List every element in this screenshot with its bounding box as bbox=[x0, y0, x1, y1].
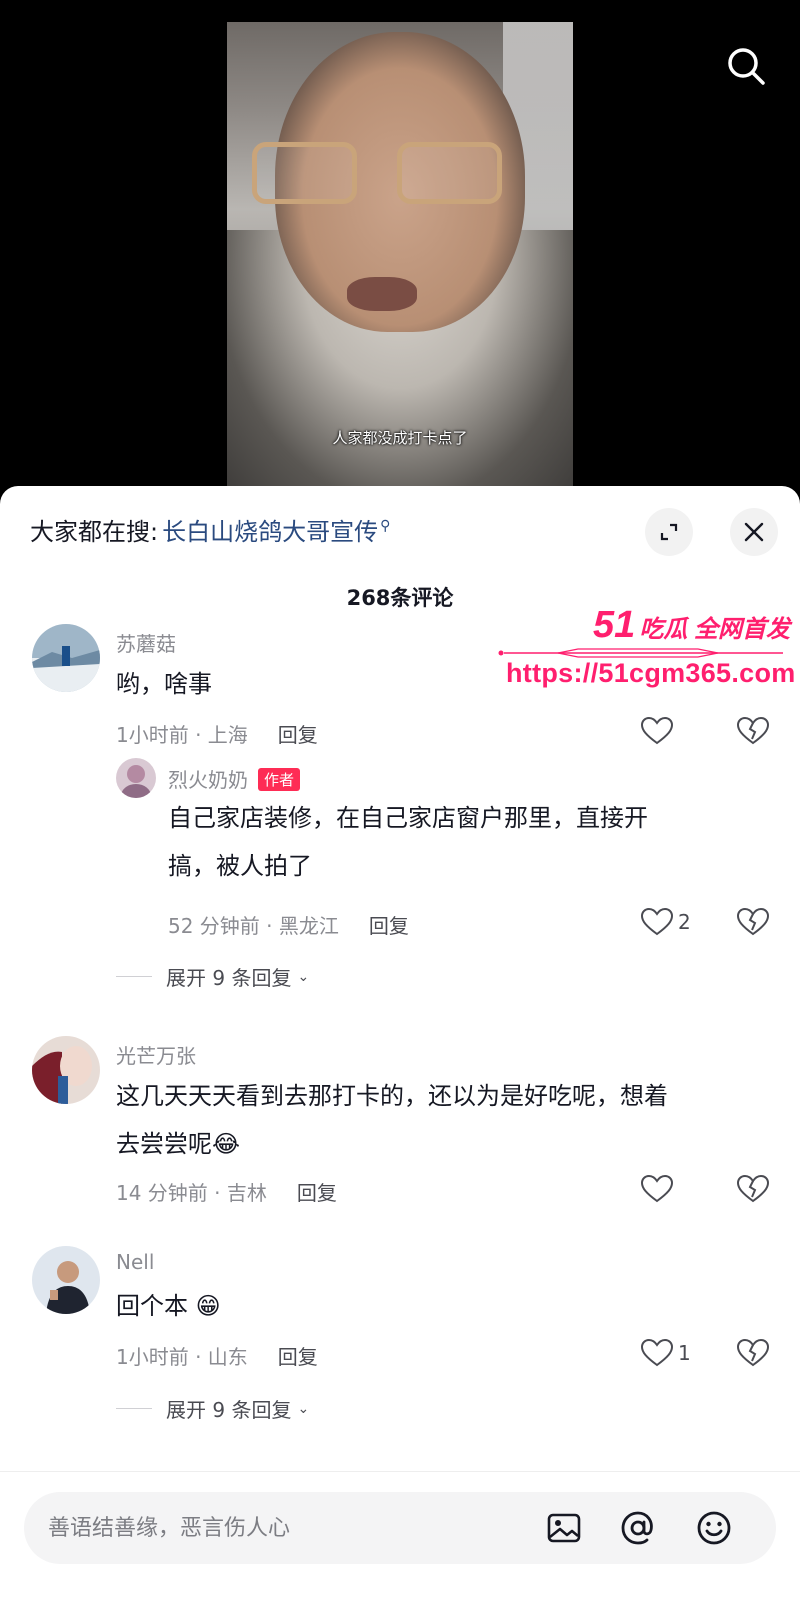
watermark-number: 51 bbox=[593, 604, 636, 646]
heart-icon bbox=[640, 716, 674, 745]
watermark-divider bbox=[498, 648, 783, 658]
expand-button[interactable] bbox=[645, 508, 693, 556]
emoji-button[interactable] bbox=[692, 1506, 736, 1550]
avatar[interactable] bbox=[32, 1246, 100, 1314]
at-icon bbox=[621, 1511, 653, 1545]
video-frame[interactable]: 人家都没成打卡点了 bbox=[227, 22, 573, 490]
search-icon bbox=[728, 48, 765, 85]
reply-button[interactable]: 回复 bbox=[369, 910, 409, 939]
comment-time-location: 1小时前 · 上海 bbox=[116, 723, 248, 747]
comment-meta: 1小时前 · 山东 回复 bbox=[116, 1341, 318, 1370]
chevron-down-icon: ⌄ bbox=[297, 968, 310, 985]
avatar[interactable] bbox=[32, 1036, 100, 1104]
comment-panel: 大家都在搜: 长白山烧鸽大哥宣传 ⚲ 268条评论 51 吃瓜 全网首发 htt… bbox=[0, 486, 800, 1602]
video-area[interactable]: 人家都没成打卡点了 bbox=[0, 0, 800, 490]
broken-heart-icon bbox=[736, 907, 770, 936]
reply-button[interactable]: 回复 bbox=[278, 1341, 318, 1370]
comment-username[interactable]: 苏蘑菇 bbox=[116, 628, 176, 657]
comment-meta: 14 分钟前 · 吉林 回复 bbox=[116, 1177, 337, 1206]
dislike-button[interactable] bbox=[736, 1338, 770, 1372]
like-button[interactable]: 2 bbox=[640, 907, 691, 937]
author-badge: 作者 bbox=[258, 768, 301, 791]
comment-input-bar bbox=[0, 1471, 800, 1602]
like-button[interactable]: 1 bbox=[640, 1338, 691, 1368]
reply-avatar[interactable] bbox=[116, 758, 156, 798]
video-subtitle: 人家都没成打卡点了 bbox=[332, 429, 468, 447]
laughing-emoji-icon: 😂 bbox=[212, 1130, 241, 1158]
comment-username[interactable]: Nell bbox=[116, 1250, 154, 1274]
dislike-button[interactable] bbox=[736, 907, 770, 941]
like-button[interactable] bbox=[640, 716, 678, 746]
comment-input[interactable] bbox=[48, 1492, 528, 1564]
hot-search-prefix: 大家都在搜: bbox=[30, 518, 159, 546]
like-count: 2 bbox=[678, 910, 691, 934]
video-person-glasses bbox=[252, 142, 502, 212]
reply-username[interactable]: 烈火奶奶 bbox=[168, 768, 248, 792]
comment-username[interactable]: 光芒万张 bbox=[116, 1040, 196, 1069]
comment-input-box[interactable] bbox=[24, 1492, 776, 1564]
dislike-button[interactable] bbox=[736, 1174, 770, 1208]
mention-button[interactable] bbox=[616, 1506, 660, 1550]
search-button[interactable] bbox=[722, 42, 770, 90]
small-search-icon: ⚲ bbox=[380, 518, 391, 534]
video-person-mouth bbox=[347, 277, 417, 311]
comment-time-location: 1小时前 · 山东 bbox=[116, 1345, 248, 1369]
comment-meta: 1小时前 · 上海 回复 bbox=[116, 719, 318, 748]
image-button[interactable] bbox=[542, 1506, 586, 1550]
reply-username-row: 烈火奶奶 作者 bbox=[168, 764, 301, 793]
expand-icon bbox=[660, 523, 678, 541]
reply-button[interactable]: 回复 bbox=[278, 719, 318, 748]
comment-text: 哟，啥事 bbox=[116, 670, 212, 698]
broken-heart-icon bbox=[736, 716, 770, 745]
image-icon bbox=[547, 1513, 581, 1543]
grinning-emoji-icon: 😁 bbox=[195, 1292, 221, 1320]
reply-meta: 52 分钟前 · 黑龙江 回复 bbox=[168, 910, 409, 939]
emoji-icon bbox=[697, 1511, 731, 1545]
heart-icon bbox=[640, 1338, 674, 1367]
expand-replies[interactable]: 展开 9 条回复 ⌄ bbox=[116, 1394, 309, 1423]
broken-heart-icon bbox=[736, 1338, 770, 1367]
like-count: 1 bbox=[678, 1341, 691, 1365]
reply-text: 自己家店装修，在自己家店窗户那里，直接开 搞，被人拍了 bbox=[168, 804, 648, 880]
watermark-url: https://51cgm365.com bbox=[506, 658, 796, 688]
reply-button[interactable]: 回复 bbox=[297, 1177, 337, 1206]
comment-text: 这几天天天看到去那打卡的，还以为是好吃呢，想着 去尝尝呢😂 bbox=[116, 1082, 668, 1158]
hot-search[interactable]: 大家都在搜: 长白山烧鸽大哥宣传 ⚲ bbox=[30, 512, 390, 547]
watermark-slogan: 吃瓜 全网首发 bbox=[639, 616, 790, 643]
expand-replies-label: 展开 9 条回复 bbox=[166, 966, 292, 990]
chevron-down-icon: ⌄ bbox=[297, 1400, 310, 1417]
close-button[interactable] bbox=[730, 508, 778, 556]
avatar[interactable] bbox=[32, 624, 100, 692]
like-button[interactable] bbox=[640, 1174, 678, 1204]
expand-replies-label: 展开 9 条回复 bbox=[166, 1398, 292, 1422]
expand-replies[interactable]: 展开 9 条回复 ⌄ bbox=[116, 962, 309, 991]
heart-icon bbox=[640, 1174, 674, 1203]
watermark: 51 吃瓜 全网首发 https://51cgm365.com bbox=[496, 604, 796, 694]
dislike-button[interactable] bbox=[736, 716, 770, 750]
reply-time-location: 52 分钟前 · 黑龙江 bbox=[168, 914, 339, 938]
broken-heart-icon bbox=[736, 1174, 770, 1203]
hot-search-term[interactable]: 长白山烧鸽大哥宣传 bbox=[162, 512, 378, 547]
comment-time-location: 14 分钟前 · 吉林 bbox=[116, 1181, 267, 1205]
comment-text: 回个本 😁 bbox=[116, 1292, 221, 1320]
close-icon bbox=[744, 522, 764, 542]
heart-icon bbox=[640, 907, 674, 936]
